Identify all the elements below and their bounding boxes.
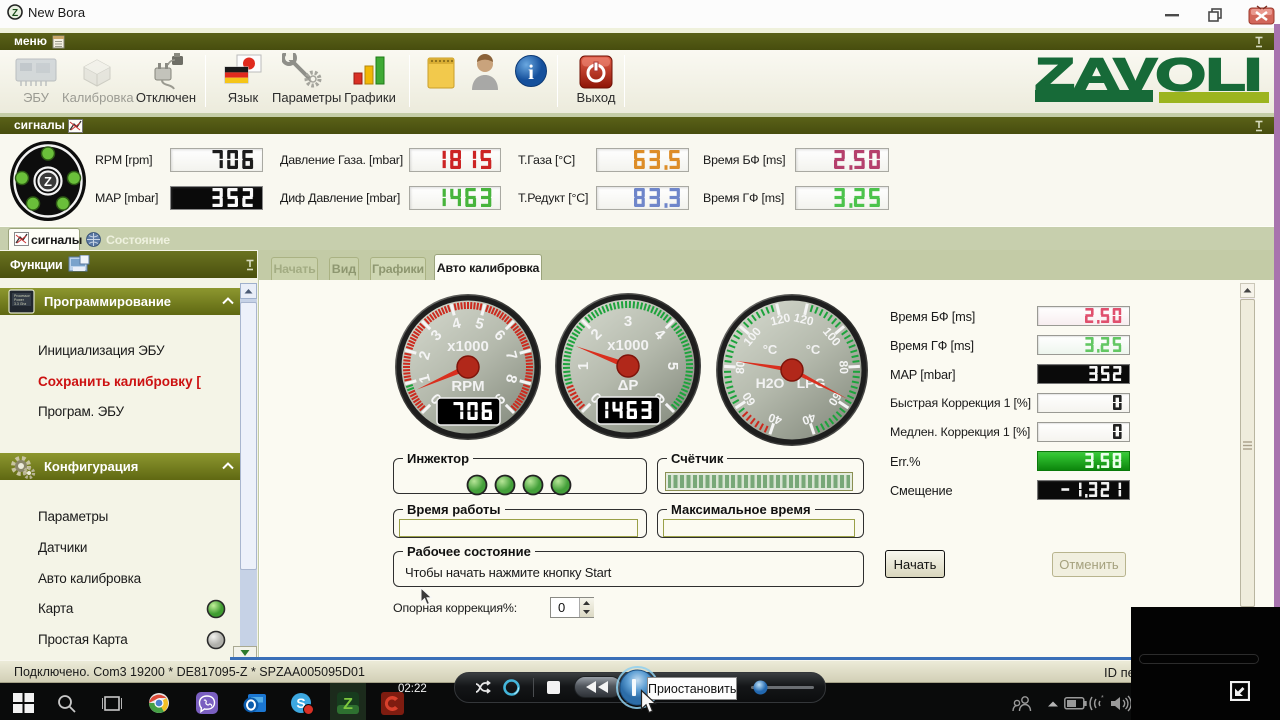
svg-text:H2O: H2O	[756, 375, 785, 391]
svg-text:°C: °C	[806, 342, 821, 357]
svg-text:Z: Z	[12, 8, 18, 19]
svg-text:5: 5	[664, 362, 681, 370]
svg-text:*: *	[1101, 695, 1104, 702]
svg-text:1: 1	[575, 362, 592, 370]
svg-text:80: 80	[733, 360, 748, 374]
svg-text:80: 80	[836, 360, 851, 374]
svg-text:x1000: x1000	[447, 338, 489, 355]
svg-text:i: i	[528, 60, 534, 84]
svg-text:ΔP: ΔP	[618, 377, 639, 394]
svg-text:Z: Z	[44, 174, 52, 189]
svg-text:Z: Z	[343, 696, 353, 713]
svg-text:°C: °C	[763, 342, 778, 357]
svg-text:RPM: RPM	[451, 378, 484, 395]
svg-text:3.3 Ghz: 3.3 Ghz	[14, 302, 27, 306]
svg-text:3: 3	[624, 313, 632, 330]
svg-text:x1000: x1000	[607, 337, 649, 354]
